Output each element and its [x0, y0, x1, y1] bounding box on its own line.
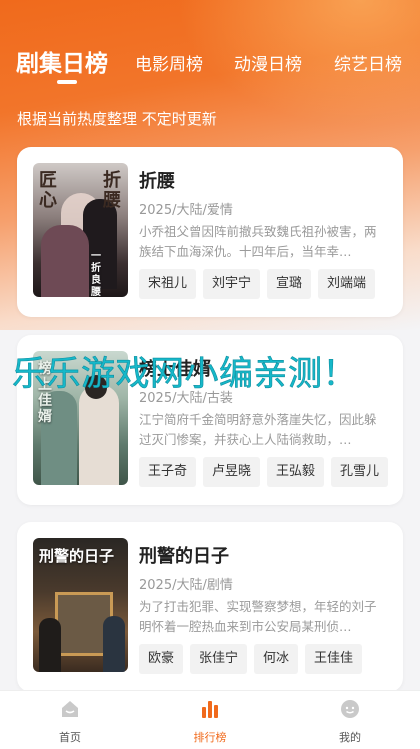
- profile-icon: [341, 700, 359, 718]
- actor-tag[interactable]: 欧豪: [139, 644, 184, 674]
- actor-tag[interactable]: 刘端端: [318, 269, 376, 299]
- drama-description: 小乔祖父曾因阵前撤兵致魏氏祖孙被害，两族结下血海深仇。十四年后，当年幸…: [139, 224, 377, 259]
- actor-tag[interactable]: 张佳宁: [190, 644, 248, 674]
- drama-title: 折腰: [139, 171, 175, 192]
- drama-meta: 2025/大陆/爱情: [139, 203, 233, 218]
- actor-list: 王子奇 卢昱晓 王弘毅 孔雪儿: [139, 457, 399, 489]
- list-item[interactable]: 刑警的日子 刑警的日子 2025/大陆/剧情 为了打击犯罪、实现警察梦想，年轻的…: [17, 522, 403, 692]
- actor-tag[interactable]: 卢昱晓: [203, 457, 261, 487]
- tab-variety-daily[interactable]: 综艺日榜: [334, 50, 402, 75]
- tab-movie-weekly[interactable]: 电影周榜: [135, 50, 203, 75]
- actor-tag[interactable]: 王弘毅: [267, 457, 325, 487]
- actor-list: 宋祖儿 刘宇宁 宣璐 刘端端: [139, 269, 399, 301]
- actor-tag[interactable]: 王佳佳: [305, 644, 363, 674]
- poster-image: 匠心 折腰 一折良腰: [33, 163, 128, 297]
- poster-image: 刑警的日子: [33, 538, 128, 672]
- nav-profile[interactable]: 我的: [300, 691, 400, 749]
- drama-title: 刑警的日子: [139, 546, 229, 567]
- active-tab-indicator: [57, 80, 77, 84]
- drama-meta: 2025/大陆/剧情: [139, 578, 233, 593]
- bottom-navigation: 首页 排行榜 我的: [0, 690, 420, 749]
- ranking-icon: [202, 701, 218, 718]
- ranking-subtitle: 根据当前热度整理 不定时更新: [17, 110, 217, 128]
- list-item[interactable]: 匠心 折腰 一折良腰 折腰 2025/大陆/爱情 小乔祖父曾因阵前撤兵致魏氏祖孙…: [17, 147, 403, 317]
- drama-description: 为了打击犯罪、实现警察梦想，年轻的刘子明怀着一腔热血来到市公安局某刑侦…: [139, 599, 377, 634]
- actor-tag[interactable]: 宋祖儿: [139, 269, 197, 299]
- actor-tag[interactable]: 孔雪儿: [331, 457, 389, 487]
- nav-label: 首页: [59, 731, 81, 744]
- nav-label: 我的: [339, 731, 361, 744]
- nav-home[interactable]: 首页: [20, 691, 120, 749]
- tab-drama-daily[interactable]: 剧集日榜: [16, 44, 108, 78]
- nav-label: 排行榜: [193, 731, 227, 744]
- actor-tag[interactable]: 宣璐: [267, 269, 312, 299]
- drama-description: 江宁简府千金简明舒意外落崖失忆，因此躲过灭门惨案，并获心上人陆徜救助，…: [139, 412, 377, 447]
- home-icon: [62, 701, 78, 717]
- tab-anime-daily[interactable]: 动漫日榜: [234, 50, 302, 75]
- nav-ranking[interactable]: 排行榜: [160, 691, 260, 749]
- actor-tag[interactable]: 刘宇宁: [203, 269, 261, 299]
- actor-list: 欧豪 张佳宁 何冰 王佳佳: [139, 644, 399, 676]
- actor-tag[interactable]: 何冰: [254, 644, 299, 674]
- actor-tag[interactable]: 王子奇: [139, 457, 197, 487]
- watermark-text: 乐乐游戏网小编亲测！: [12, 354, 357, 395]
